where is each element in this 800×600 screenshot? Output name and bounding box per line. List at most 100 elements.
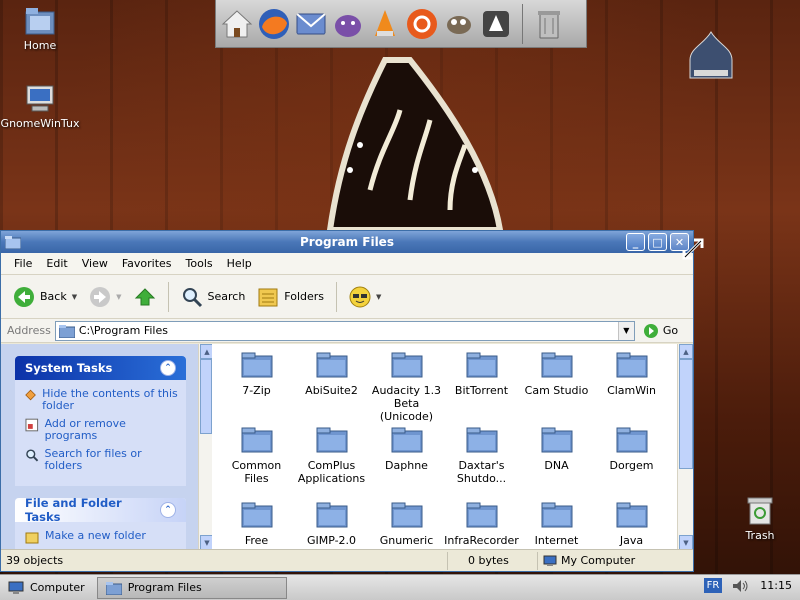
home-folder-icon — [25, 8, 55, 35]
calligraphy-wallpaper-art — [326, 57, 504, 233]
folder-label: Cam Studio — [524, 384, 589, 397]
folder-icon — [316, 352, 347, 378]
menu-favorites[interactable]: Favorites — [115, 257, 179, 270]
address-label: Address — [7, 324, 51, 337]
folder-icon — [391, 502, 422, 528]
folder-label: Audacity 1.3 Beta (Unicode) — [371, 384, 442, 423]
search-button[interactable]: Search — [177, 283, 250, 311]
menu-edit[interactable]: Edit — [39, 257, 74, 270]
search-label: Search — [207, 290, 246, 303]
folder-item[interactable]: Common Files — [219, 425, 294, 485]
folder-item[interactable]: Daphne — [369, 425, 444, 472]
folder-item[interactable]: ComPlus Applications — [294, 425, 369, 485]
volume-icon[interactable] — [732, 579, 750, 593]
task-label: Make a new folder — [45, 529, 146, 542]
folder-item[interactable]: Cam Studio — [519, 350, 594, 397]
folder-item[interactable]: InfraRecorder — [444, 500, 519, 547]
maximize-button[interactable]: □ — [648, 233, 667, 251]
taskbar-window-program-files[interactable]: Program Files — [96, 576, 287, 599]
taskbar-computer-button[interactable]: Computer — [0, 577, 93, 599]
scroll-thumb[interactable] — [200, 359, 212, 434]
keyboard-layout-indicator[interactable]: FR — [703, 578, 723, 593]
scroll-thumb[interactable] — [679, 359, 693, 469]
menu-help[interactable]: Help — [220, 257, 259, 270]
folder-item[interactable]: Daxtar's Shutdo... — [444, 425, 519, 485]
mail-icon[interactable] — [294, 7, 328, 41]
scroll-down-button[interactable]: ▼ — [679, 535, 693, 550]
folder-label: ComPlus Applications — [297, 459, 366, 485]
folder-icon — [541, 427, 572, 453]
folder-item[interactable]: GIMP-2.0 — [294, 500, 369, 547]
folder-label: Internet Explorer — [534, 534, 580, 550]
task-pane: System Tasks ⌃ Hide the contents of this… — [1, 344, 198, 550]
folder-icon — [58, 324, 75, 338]
folder-item[interactable]: Audacity 1.3 Beta (Unicode) — [369, 350, 444, 423]
folder-item[interactable]: BitTorrent — [444, 350, 519, 397]
pidgin-icon[interactable] — [331, 7, 365, 41]
address-bar: Address C:\Program Files ▼ Go — [1, 319, 693, 343]
up-arrow-icon — [134, 287, 155, 305]
system-tasks-header[interactable]: System Tasks ⌃ — [15, 356, 186, 380]
vlc-icon[interactable] — [368, 7, 402, 41]
folder-icon — [466, 502, 497, 528]
go-button[interactable]: Go — [643, 323, 678, 339]
computer-icon — [26, 85, 54, 112]
folder-icon — [316, 502, 347, 528]
clock[interactable]: 11:15 — [760, 579, 792, 592]
folder-icon — [541, 352, 572, 378]
firefox-icon[interactable] — [257, 7, 291, 41]
folder-item[interactable]: Free Download — [219, 500, 294, 550]
scroll-up-button[interactable]: ▲ — [679, 344, 693, 359]
back-dropdown-icon[interactable]: ▼ — [72, 293, 77, 301]
trash-can-icon[interactable] — [532, 7, 566, 41]
minimize-button[interactable]: _ — [626, 233, 645, 251]
chevron-up-icon[interactable]: ⌃ — [160, 502, 176, 518]
file-list-scrollbar[interactable]: ▲ ▼ — [677, 344, 693, 550]
folder-item[interactable]: Dorgem — [594, 425, 669, 472]
address-input[interactable]: C:\Program Files ▼ — [54, 320, 635, 341]
ubuntu-icon[interactable] — [405, 7, 439, 41]
forward-dropdown-icon[interactable]: ▼ — [116, 293, 121, 301]
folder-item[interactable]: ClamWin — [594, 350, 669, 397]
menu-tools[interactable]: Tools — [179, 257, 220, 270]
task-label: Search for files or folders — [44, 447, 142, 472]
desktop-icon-trash[interactable]: Trash — [720, 494, 800, 542]
folder-item[interactable]: Gnumeric — [369, 500, 444, 547]
desktop-icon-gnomewintux[interactable]: GnomeWinTux — [0, 84, 80, 130]
window-titlebar[interactable]: Program Files _ □ ✕ — [1, 231, 693, 253]
task-pane-scrollbar[interactable]: ▲ ▼ — [198, 344, 214, 550]
folder-item[interactable]: AbiSuite2 — [294, 350, 369, 397]
menu-file[interactable]: File — [7, 257, 39, 270]
folder-item[interactable]: DNA — [519, 425, 594, 472]
system-tasks-panel: System Tasks ⌃ Hide the contents of this… — [15, 356, 186, 486]
folder-label: 7-Zip — [242, 384, 271, 397]
chevron-up-icon[interactable]: ⌃ — [160, 360, 176, 376]
task-add-remove-programs[interactable]: Add or remove programs — [25, 418, 178, 442]
back-button[interactable]: Back ▼ — [9, 283, 81, 311]
inkscape-icon[interactable] — [479, 7, 513, 41]
folder-label: Daxtar's Shutdo... — [456, 459, 507, 485]
folder-icon — [391, 427, 422, 453]
task-search-files[interactable]: Search for files or folders — [25, 448, 178, 472]
desktop-icon-home[interactable]: Home — [0, 6, 80, 52]
go-label: Go — [662, 324, 679, 337]
folder-item[interactable]: 7-Zip — [219, 350, 294, 397]
file-folder-tasks-header[interactable]: File and Folder Tasks ⌃ — [15, 496, 186, 524]
folder-icon — [241, 427, 272, 453]
task-hide-contents[interactable]: Hide the contents of this folder — [25, 388, 178, 412]
folders-button[interactable]: Folders — [253, 283, 328, 311]
task-make-new-folder[interactable]: Make a new folder — [25, 530, 178, 544]
home-icon[interactable] — [220, 7, 254, 41]
folder-item[interactable]: Java — [594, 500, 669, 547]
folder-item[interactable]: Internet Explorer — [519, 500, 594, 550]
folder-label: Gnumeric — [379, 534, 434, 547]
views-dropdown-icon[interactable]: ▼ — [376, 293, 381, 301]
address-dropdown-icon[interactable]: ▼ — [617, 321, 634, 340]
toolbar-separator — [336, 281, 338, 312]
task-label: Add or remove programs — [44, 417, 126, 442]
menu-view[interactable]: View — [75, 257, 115, 270]
up-button[interactable] — [130, 283, 160, 311]
forward-button[interactable]: ▼ — [85, 283, 125, 311]
views-button[interactable]: ▼ — [345, 283, 385, 311]
gimp-icon[interactable] — [442, 7, 476, 41]
